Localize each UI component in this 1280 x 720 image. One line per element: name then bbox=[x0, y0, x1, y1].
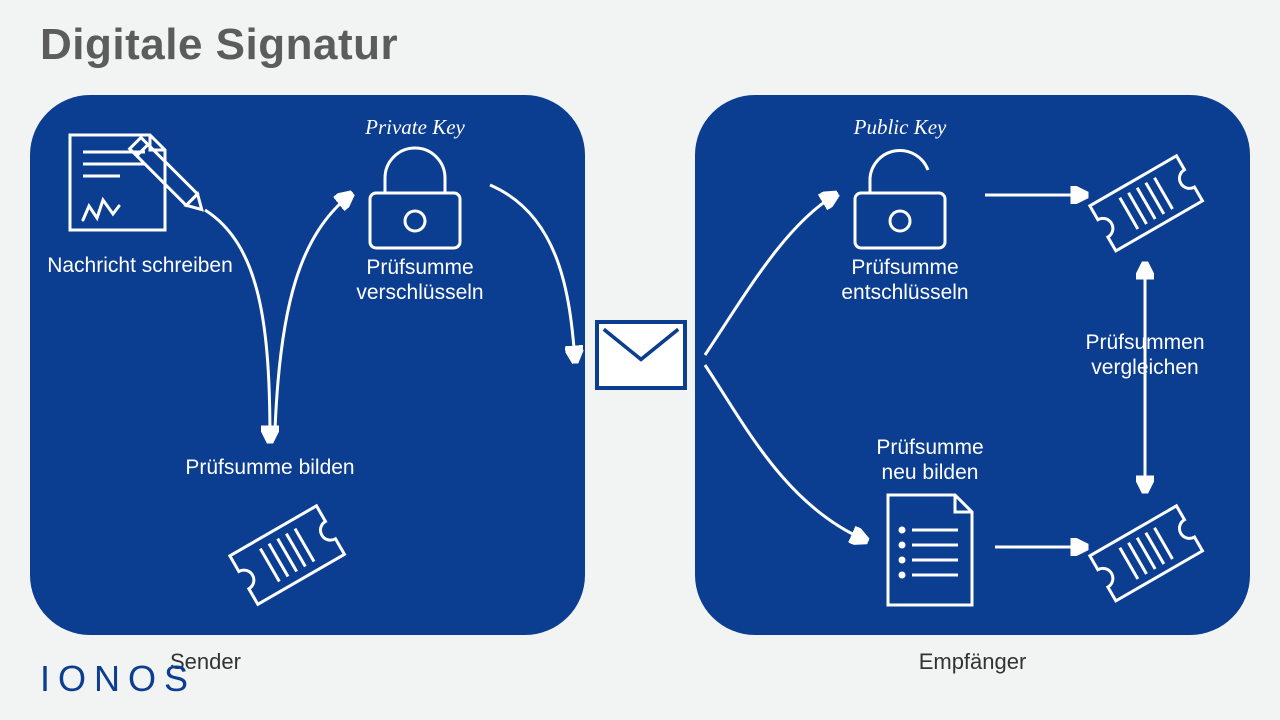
arrow-split-down-up-icon bbox=[30, 95, 585, 640]
receiver-arrows-icon bbox=[695, 95, 1250, 640]
receiver-caption: Empfänger bbox=[695, 649, 1250, 675]
receiver-panel: Public Key Prüfsumme entschlüsseln Prüfs… bbox=[695, 95, 1250, 635]
mail-icon bbox=[595, 320, 687, 390]
page-title: Digitale Signatur bbox=[40, 20, 398, 70]
sender-panel: Nachricht schreiben Private Key Prüfsumm… bbox=[30, 95, 585, 635]
ionos-logo: IONOS bbox=[40, 658, 196, 700]
